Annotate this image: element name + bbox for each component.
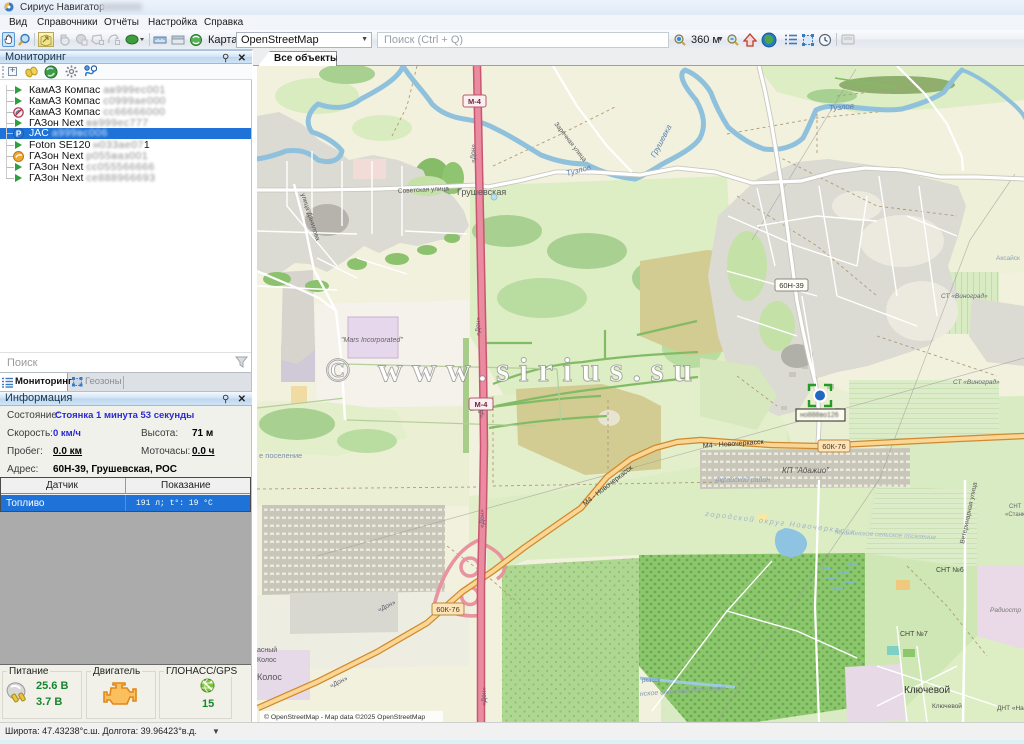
svg-text:P: P bbox=[16, 129, 22, 138]
svg-text:но888во126: но888во126 bbox=[800, 412, 839, 419]
svg-text:© OpenStreetMap - Map data ©20: © OpenStreetMap - Map data ©2025 OpenStr… bbox=[264, 713, 425, 721]
